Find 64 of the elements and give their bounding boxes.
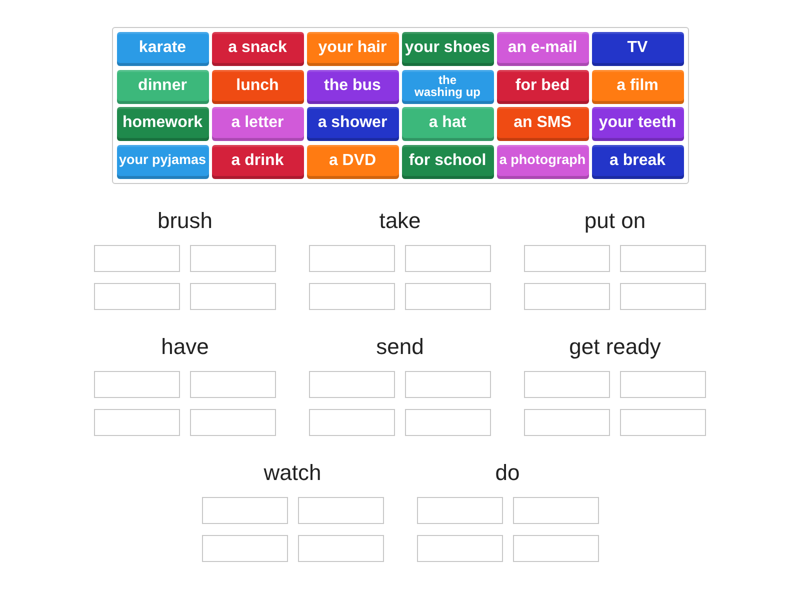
group-title: have: [161, 334, 209, 360]
word-tile[interactable]: an e-mail: [496, 32, 588, 66]
word-tile[interactable]: karate: [116, 32, 208, 66]
group-title: get ready: [569, 334, 661, 360]
word-tile[interactable]: an SMS: [496, 107, 588, 141]
answer-box[interactable]: [309, 282, 395, 310]
word-tile[interactable]: for bed: [496, 70, 588, 104]
word-tile[interactable]: your pyjamas: [116, 144, 208, 178]
answer-box[interactable]: [524, 370, 610, 398]
answer-box[interactable]: [190, 408, 276, 436]
answer-box[interactable]: [309, 408, 395, 436]
answer-box[interactable]: [512, 534, 598, 562]
word-tile[interactable]: your shoes: [402, 32, 494, 66]
answer-box[interactable]: [202, 496, 288, 524]
answer-box[interactable]: [416, 534, 502, 562]
answer-box[interactable]: [190, 370, 276, 398]
word-tile[interactable]: a DVD: [306, 144, 398, 178]
answer-box[interactable]: [298, 496, 384, 524]
answer-box[interactable]: [620, 408, 706, 436]
word-tile[interactable]: your teeth: [592, 107, 684, 141]
word-tile[interactable]: the bus: [306, 70, 398, 104]
word-tile[interactable]: for school: [402, 144, 494, 178]
group-title: send: [376, 334, 424, 360]
answer-box[interactable]: [620, 244, 706, 272]
word-tile[interactable]: TV: [592, 32, 684, 66]
answer-box[interactable]: [620, 282, 706, 310]
answer-box[interactable]: [94, 408, 180, 436]
word-tile[interactable]: homework: [116, 107, 208, 141]
word-tile[interactable]: a drink: [212, 144, 304, 178]
word-tile[interactable]: a snack: [212, 32, 304, 66]
answer-box[interactable]: [524, 244, 610, 272]
word-tile[interactable]: a hat: [402, 107, 494, 141]
word-tile[interactable]: a letter: [212, 107, 304, 141]
word-tile[interactable]: a photograph: [496, 144, 588, 178]
answer-box[interactable]: [405, 244, 491, 272]
answer-box[interactable]: [94, 244, 180, 272]
word-tile[interactable]: your hair: [306, 32, 398, 66]
group-title: take: [379, 208, 421, 234]
word-tile[interactable]: lunch: [212, 70, 304, 104]
group-title: watch: [264, 460, 322, 486]
answer-box[interactable]: [94, 282, 180, 310]
answer-box[interactable]: [416, 496, 502, 524]
word-tile[interactable]: the washing up: [402, 70, 494, 104]
word-tile[interactable]: dinner: [116, 70, 208, 104]
group-title: brush: [157, 208, 213, 234]
answer-box[interactable]: [405, 282, 491, 310]
answer-box[interactable]: [512, 496, 598, 524]
answer-box[interactable]: [202, 534, 288, 562]
answer-box[interactable]: [405, 370, 491, 398]
answer-box[interactable]: [190, 244, 276, 272]
word-tile[interactable]: a break: [592, 144, 684, 178]
answer-box[interactable]: [309, 370, 395, 398]
answer-box[interactable]: [620, 370, 706, 398]
answer-box[interactable]: [405, 408, 491, 436]
word-tile[interactable]: a shower: [306, 107, 398, 141]
answer-box[interactable]: [309, 244, 395, 272]
answer-box[interactable]: [190, 282, 276, 310]
answer-box[interactable]: [94, 370, 180, 398]
answer-box[interactable]: [524, 408, 610, 436]
group-title: put on: [584, 208, 646, 234]
group-title: do: [495, 460, 520, 486]
word-tile[interactable]: a film: [592, 70, 684, 104]
answer-box[interactable]: [298, 534, 384, 562]
answer-box[interactable]: [524, 282, 610, 310]
